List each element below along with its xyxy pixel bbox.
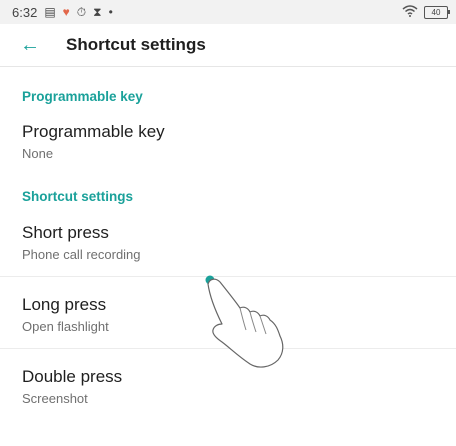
heart-icon: ♥ <box>62 5 70 19</box>
section-header-programmable: Programmable key <box>22 89 143 104</box>
back-arrow-icon: ← <box>20 33 40 56</box>
status-time: 6:32 <box>12 4 38 20</box>
status-bar: 6:32 ▤ ♥ ⏱ ⧗ • 40 <box>0 0 456 24</box>
setting-item-value: Screenshot <box>22 391 88 406</box>
setting-item-title: Programmable key <box>22 122 165 141</box>
battery-level: 40 <box>431 7 441 17</box>
hourglass-icon: ⧗ <box>93 5 102 19</box>
back-button[interactable]: ← <box>20 33 40 56</box>
setting-item-short-press[interactable]: Short press Phone call recording <box>0 204 456 276</box>
page-title: Shortcut settings <box>66 35 206 54</box>
dot-icon: • <box>108 5 113 19</box>
battery-icon: 40 <box>424 5 450 19</box>
app-bar: ← Shortcut settings <box>0 24 456 66</box>
status-left: 6:32 ▤ ♥ ⏱ ⧗ • <box>12 5 113 20</box>
setting-item-value: None <box>22 146 54 161</box>
wifi-icon <box>402 4 418 20</box>
setting-item-value: Phone call recording <box>22 247 141 262</box>
message-icon: ▤ <box>44 5 56 19</box>
setting-item-title: Short press <box>22 223 109 242</box>
section-header-shortcut: Shortcut settings <box>22 189 134 204</box>
tap-hand-icon <box>205 275 284 368</box>
status-right: 40 <box>402 4 450 20</box>
setting-item-programmable-key[interactable]: Programmable key None <box>0 104 456 161</box>
timer-icon: ⏱ <box>76 5 87 19</box>
